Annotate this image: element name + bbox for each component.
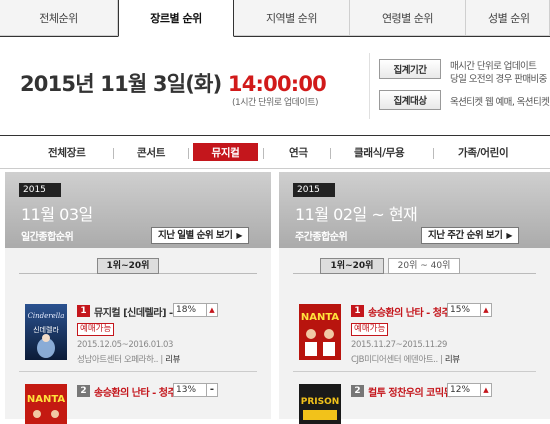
range-tab-1-20[interactable]: 1위~20위 (97, 258, 159, 274)
share-percent: 15% (447, 303, 481, 317)
tab-gender-ranking[interactable]: 성별 순위 (466, 0, 550, 36)
panel-year: 2015 (19, 183, 61, 197)
trend-flat-icon: - (206, 383, 218, 397)
past-weekly-ranking-link[interactable]: 지난 주간 순위 보기 ▶ (421, 227, 519, 244)
svg-text:Cinderella: Cinderella (28, 312, 65, 320)
genre-play[interactable]: 연극 (289, 145, 308, 160)
update-note: (1시간 단위로 업데이트) (232, 98, 319, 108)
daily-ranking-panel: 2015 11월 03일 일간종합순위 지난 일별 순위 보기 ▶ 1위~20위 … (5, 172, 271, 424)
panel-subtitle: 주간종합순위 (295, 232, 348, 243)
item-venue: CJB미디어센터 에덴아트.. | 리뷰 (351, 355, 460, 365)
item-title[interactable]: 컬투 정찬우의 코믹뮤 (368, 384, 453, 399)
range-tabs: 1위~20위 (97, 258, 163, 276)
genre-family-kids[interactable]: 가족/어린이 (458, 145, 509, 160)
range-tab-1-20[interactable]: 1위~20위 (320, 258, 384, 274)
svg-text:NANTA: NANTA (301, 312, 340, 323)
item-period: 2015.12.05~2016.01.03 (77, 340, 174, 350)
range-tab-20-40[interactable]: 20위 ~ 40위 (388, 258, 460, 274)
rank-badge: 2 (351, 385, 364, 397)
prison-poster[interactable]: PRISON (299, 384, 341, 424)
svg-text:NANTA: NANTA (27, 394, 66, 405)
panel-header: 2015 11월 02일 ~ 현재 주간종합순위 지난 주간 순위 보기 ▶ (279, 172, 550, 248)
share-percent: 13% (173, 383, 207, 397)
genre-concert[interactable]: 콘서트 (137, 145, 165, 160)
trend-up-icon: ▲ (206, 303, 218, 317)
review-link[interactable]: 리뷰 (445, 355, 460, 365)
share-percent: 18% (173, 303, 207, 317)
weekly-ranking-panel: 2015 11월 02일 ~ 현재 주간종합순위 지난 주간 순위 보기 ▶ 1위… (279, 172, 550, 424)
rank-badge: 1 (77, 305, 90, 317)
top-tab-bar: 전체순위 장르별 순위 지역별 순위 연령별 순위 성별 순위 (0, 0, 550, 37)
panel-subtitle: 일간종합순위 (21, 232, 74, 243)
current-time: 14:00:00 (227, 72, 327, 96)
trend-up-icon: ▲ (480, 303, 492, 317)
arrow-right-icon: ▶ (236, 231, 242, 240)
cinderella-poster[interactable]: Cinderella 신데렐라 (25, 304, 67, 360)
tab-overall-ranking[interactable]: 전체순위 (0, 0, 118, 36)
past-daily-ranking-link[interactable]: 지난 일별 순위 보기 ▶ (151, 227, 249, 244)
status-badge: 예매가능 (351, 323, 389, 336)
nanta-poster[interactable]: NANTA (299, 304, 341, 360)
genre-nav: 전체장르 콘서트 뮤지컬 연극 클래식/무용 가족/어린이 (0, 140, 550, 166)
nanta-poster[interactable]: NANTA (25, 384, 67, 424)
range-tabs: 1위~20위 20위 ~ 40위 (320, 258, 464, 276)
target-text: 옥션티켓 웹 예매, 옥션티켓 (450, 97, 550, 108)
tab-region-ranking[interactable]: 지역별 순위 (234, 0, 350, 36)
genre-musical[interactable]: 뮤지컬 (193, 143, 258, 161)
svg-text:PRISON: PRISON (301, 397, 340, 407)
period-extra-text: 당일 오전의 경우 판매비중 (450, 74, 547, 85)
svg-text:신데렐라: 신데렐라 (33, 325, 59, 334)
tab-genre-ranking[interactable]: 장르별 순위 (118, 0, 234, 37)
panel-header: 2015 11월 03일 일간종합순위 지난 일별 순위 보기 ▶ (5, 172, 271, 248)
genre-all[interactable]: 전체장르 (48, 145, 86, 160)
tab-age-ranking[interactable]: 연령별 순위 (350, 0, 466, 36)
arrow-right-icon: ▶ (506, 231, 512, 240)
target-button[interactable]: 집계대상 (379, 90, 441, 110)
current-date: 2015년 11월 3일(화) 14:00:00 (20, 72, 327, 96)
panel-year: 2015 (293, 183, 335, 197)
divider (369, 53, 370, 119)
item-title[interactable]: 송승환의 난타 - 청주 (368, 304, 451, 319)
period-button[interactable]: 집계기간 (379, 59, 441, 79)
review-link[interactable]: 리뷰 (165, 355, 180, 365)
share-percent: 12% (447, 383, 481, 397)
rank-badge: 1 (351, 305, 364, 317)
item-title[interactable]: 뮤지컬 [신데렐라] - (94, 304, 173, 319)
rank-badge: 2 (77, 385, 90, 397)
trend-up-icon: ▲ (480, 383, 492, 397)
item-period: 2015.11.27~2015.11.29 (351, 340, 448, 350)
period-text: 매시간 단위로 업데이트 (450, 61, 537, 72)
item-venue: 성남아트센터 오페라하.. | 리뷰 (77, 355, 181, 365)
genre-classic-dance[interactable]: 클래식/무용 (354, 145, 405, 160)
date-header: 2015년 11월 3일(화) 14:00:00 (1시간 단위로 업데이트) … (0, 38, 550, 134)
panel-date: 11월 02일 ~ 현재 (295, 205, 418, 224)
divider (0, 135, 550, 136)
item-title[interactable]: 송승환의 난타 - 청주 (94, 384, 177, 399)
status-badge: 예매가능 (77, 323, 115, 336)
panel-date: 11월 03일 (21, 205, 93, 224)
